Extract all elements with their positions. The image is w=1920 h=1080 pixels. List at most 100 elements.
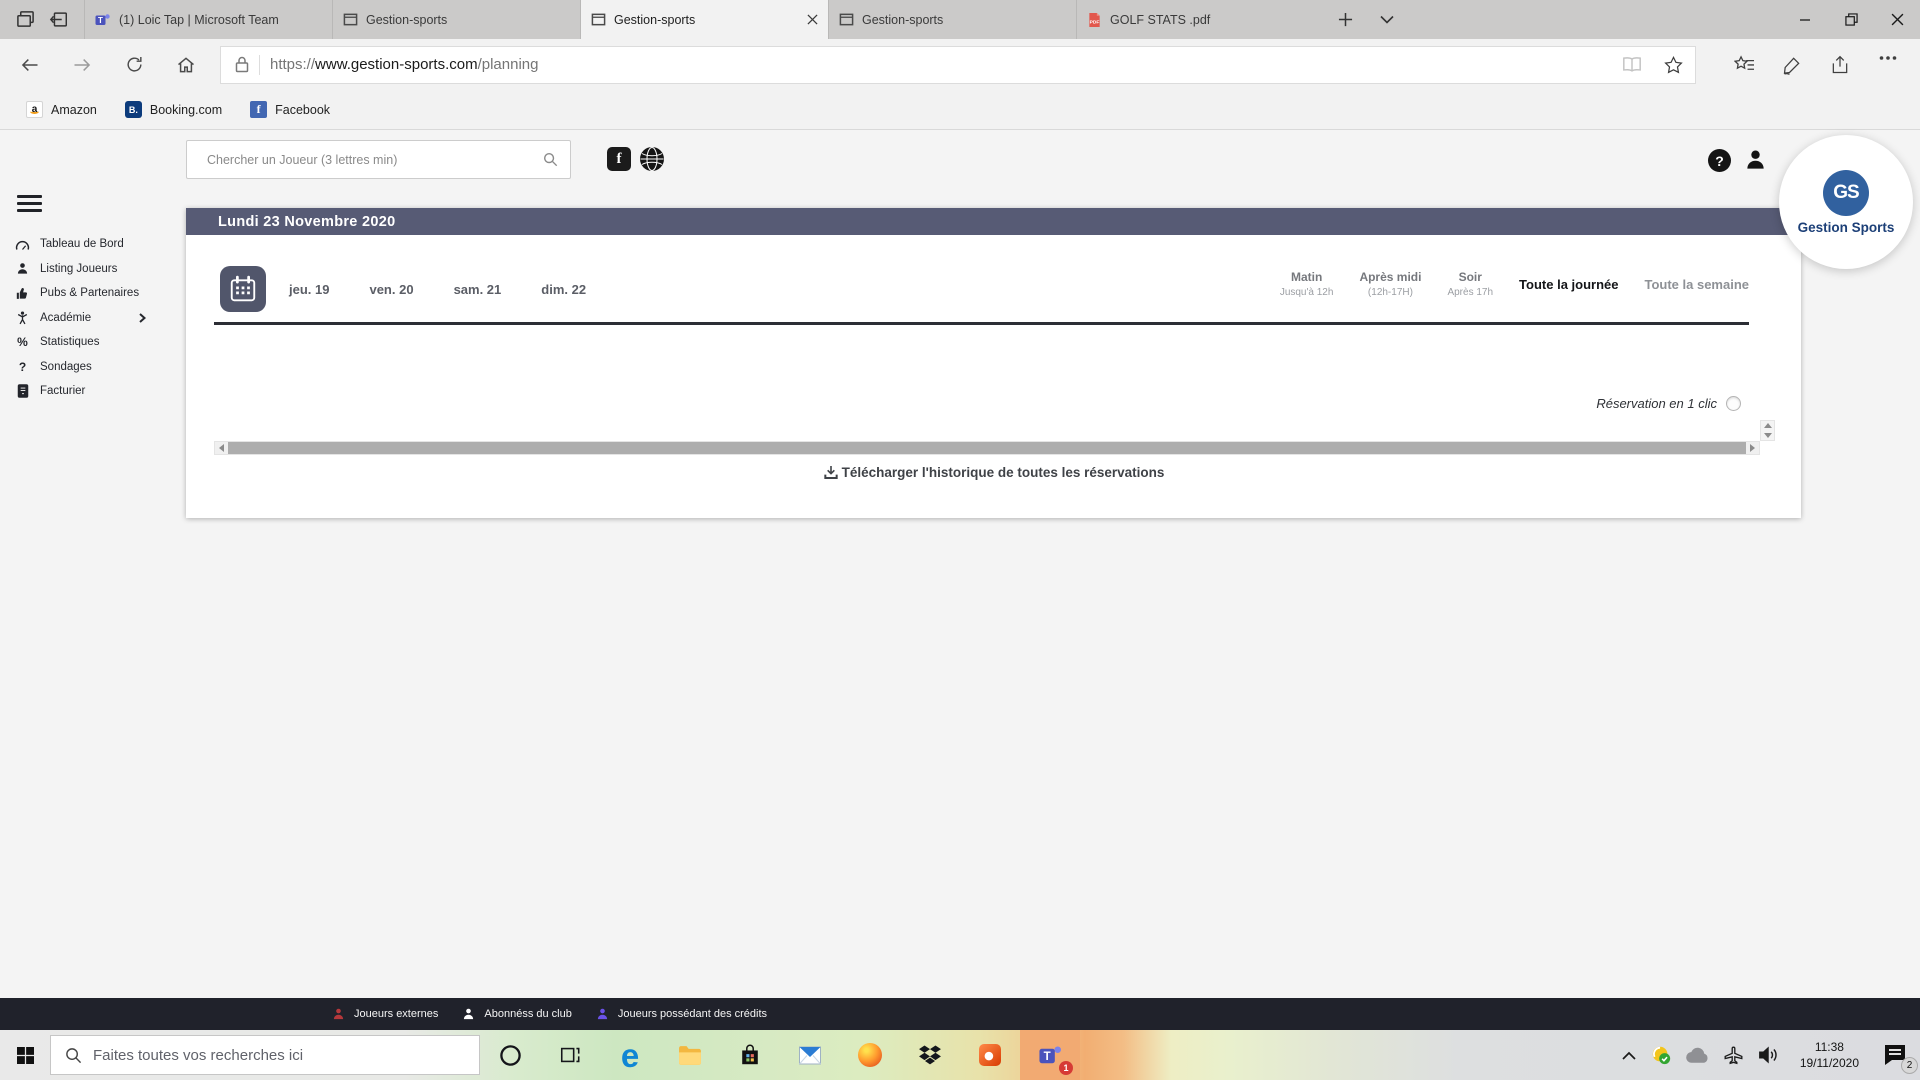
set-aside-tabs-icon[interactable]	[16, 10, 35, 29]
address-bar[interactable]: https://www.gestion-sports.com/planning	[220, 46, 1696, 84]
sidebar-item-tableau-de-bord[interactable]: Tableau de Bord	[0, 232, 162, 257]
restore-set-aside-tabs-icon[interactable]	[49, 10, 69, 29]
microsoft-store-icon[interactable]	[720, 1030, 780, 1080]
restore-button[interactable]	[1828, 0, 1874, 39]
mail-icon[interactable]	[780, 1030, 840, 1080]
player-search-box	[186, 140, 571, 179]
office-icon[interactable]	[960, 1030, 1020, 1080]
sidebar-item-pubs-partenaires[interactable]: Pubs & Partenaires	[0, 281, 162, 306]
filter-matin[interactable]: Matin Jusqu'à 12h	[1280, 270, 1334, 298]
tab-title: Gestion-sports	[614, 13, 799, 27]
tab-teams[interactable]: T (1) Loic Tap | Microsoft Team	[84, 0, 332, 39]
svg-text:T: T	[98, 16, 103, 25]
tab-gestion-sports-1[interactable]: Gestion-sports	[332, 0, 580, 39]
legend-label: Joueurs externes	[354, 1008, 438, 1020]
tab-close-icon[interactable]	[807, 14, 818, 25]
favorite-facebook[interactable]: f Facebook	[236, 101, 344, 118]
filter-toute-la-journee[interactable]: Toute la journée	[1519, 277, 1618, 292]
volume-icon[interactable]	[1757, 1045, 1779, 1065]
hamburger-menu-icon[interactable]	[17, 195, 42, 215]
taskbar-clock[interactable]: 11:38 19/11/2020	[1800, 1039, 1859, 1071]
player-search-input[interactable]	[187, 153, 543, 167]
add-favorite-star-icon[interactable]	[1664, 56, 1683, 74]
cortana-button[interactable]	[480, 1030, 540, 1080]
settings-more-icon[interactable]	[1864, 55, 1912, 61]
airplane-mode-icon[interactable]	[1723, 1045, 1744, 1066]
calendar-icon[interactable]	[220, 266, 266, 312]
percent-icon: %	[14, 335, 31, 349]
tab-gestion-sports-active[interactable]: Gestion-sports	[580, 0, 828, 39]
download-icon	[823, 464, 839, 480]
taskbar-search-placeholder: Faites toutes vos recherches ici	[93, 1047, 303, 1064]
favorites-hub-icon[interactable]	[1720, 55, 1768, 74]
edge-taskbar-icon[interactable]: e	[600, 1030, 660, 1080]
tab-preview-chevron-icon[interactable]	[1366, 0, 1408, 39]
vertical-scrollbar[interactable]	[1760, 420, 1775, 441]
search-icon[interactable]	[543, 152, 558, 167]
teams-taskbar-icon[interactable]: T 1	[1020, 1030, 1080, 1080]
refresh-button[interactable]	[108, 39, 160, 90]
favorite-amazon[interactable]: a Amazon	[12, 101, 111, 118]
url-host: www.gestion-sports.com	[315, 56, 478, 73]
svg-text:T: T	[1043, 1050, 1050, 1062]
day-tab[interactable]: jeu. 19	[289, 282, 329, 297]
action-center-button[interactable]: 2	[1878, 1038, 1912, 1072]
task-view-button[interactable]	[540, 1030, 600, 1080]
sidebar-item-label: Sondages	[40, 361, 92, 373]
sidebar-item-facturier[interactable]: Facturier	[0, 379, 162, 404]
globe-icon[interactable]	[639, 146, 665, 172]
day-tab[interactable]: dim. 22	[541, 282, 586, 297]
help-icon[interactable]: ?	[1708, 149, 1731, 172]
scroll-down-icon[interactable]	[1764, 433, 1772, 438]
share-icon[interactable]	[1816, 55, 1864, 75]
planning-date-header: Lundi 23 Novembre 2020	[186, 208, 1801, 235]
facebook-page-icon[interactable]: f	[607, 147, 631, 171]
profile-icon[interactable]	[1744, 148, 1767, 171]
reading-view-icon[interactable]	[1622, 56, 1642, 73]
horizontal-scrollbar[interactable]	[214, 441, 1760, 455]
start-button[interactable]	[0, 1030, 50, 1080]
logo-name: Gestion Sports	[1798, 220, 1895, 235]
day-tab[interactable]: ven. 20	[369, 282, 413, 297]
tab-golf-stats-pdf[interactable]: PDF GOLF STATS .pdf	[1076, 0, 1324, 39]
file-explorer-icon[interactable]	[660, 1030, 720, 1080]
legend-label: Abonnéss du club	[484, 1008, 571, 1020]
web-note-pen-icon[interactable]	[1768, 55, 1816, 75]
sidebar-item-label: Facturier	[40, 385, 85, 397]
sidebar-item-listing-joueurs[interactable]: Listing Joueurs	[0, 257, 162, 282]
url-scheme: https://	[270, 56, 315, 73]
new-tab-button[interactable]	[1324, 0, 1366, 39]
sidebar-item-sondages[interactable]: ? Sondages	[0, 355, 162, 380]
forward-button[interactable]	[56, 39, 108, 90]
scrollbar-thumb[interactable]	[228, 442, 1746, 454]
sidebar-menu: Tableau de Bord Listing Joueurs Pubs & P…	[0, 232, 162, 404]
onedrive-cloud-icon[interactable]	[1685, 1047, 1710, 1064]
day-tab[interactable]: sam. 21	[454, 282, 502, 297]
minimize-button[interactable]	[1782, 0, 1828, 39]
clock-time: 11:38	[1800, 1039, 1859, 1055]
thumbs-up-icon	[14, 287, 31, 300]
page-favicon	[343, 12, 358, 27]
filter-toute-la-semaine[interactable]: Toute la semaine	[1644, 277, 1749, 292]
tray-chevron-icon[interactable]	[1621, 1050, 1637, 1061]
filter-apres-midi[interactable]: Après midi (12h-17H)	[1359, 270, 1421, 298]
sidebar-item-academie[interactable]: Académie	[0, 306, 162, 331]
download-history-link[interactable]: Télécharger l'historique de toutes les r…	[186, 464, 1801, 480]
sidebar-item-label: Académie	[40, 312, 91, 324]
back-button[interactable]	[4, 39, 56, 90]
scroll-left-icon[interactable]	[215, 444, 228, 452]
scroll-up-icon[interactable]	[1764, 423, 1772, 428]
home-button[interactable]	[160, 39, 212, 90]
scroll-right-icon[interactable]	[1746, 444, 1759, 452]
one-click-toggle[interactable]	[1726, 396, 1741, 411]
firefox-icon[interactable]	[840, 1030, 900, 1080]
dropbox-icon[interactable]	[900, 1030, 960, 1080]
tab-gestion-sports-2[interactable]: Gestion-sports	[828, 0, 1076, 39]
submenu-chevron-icon	[139, 313, 162, 323]
sidebar-item-statistiques[interactable]: % Statistiques	[0, 330, 162, 355]
security-status-icon[interactable]	[1650, 1044, 1672, 1066]
filter-soir[interactable]: Soir Après 17h	[1447, 270, 1493, 298]
taskbar-search-box[interactable]: Faites toutes vos recherches ici	[50, 1035, 480, 1075]
favorite-booking[interactable]: B. Booking.com	[111, 101, 236, 118]
close-window-button[interactable]	[1874, 0, 1920, 39]
